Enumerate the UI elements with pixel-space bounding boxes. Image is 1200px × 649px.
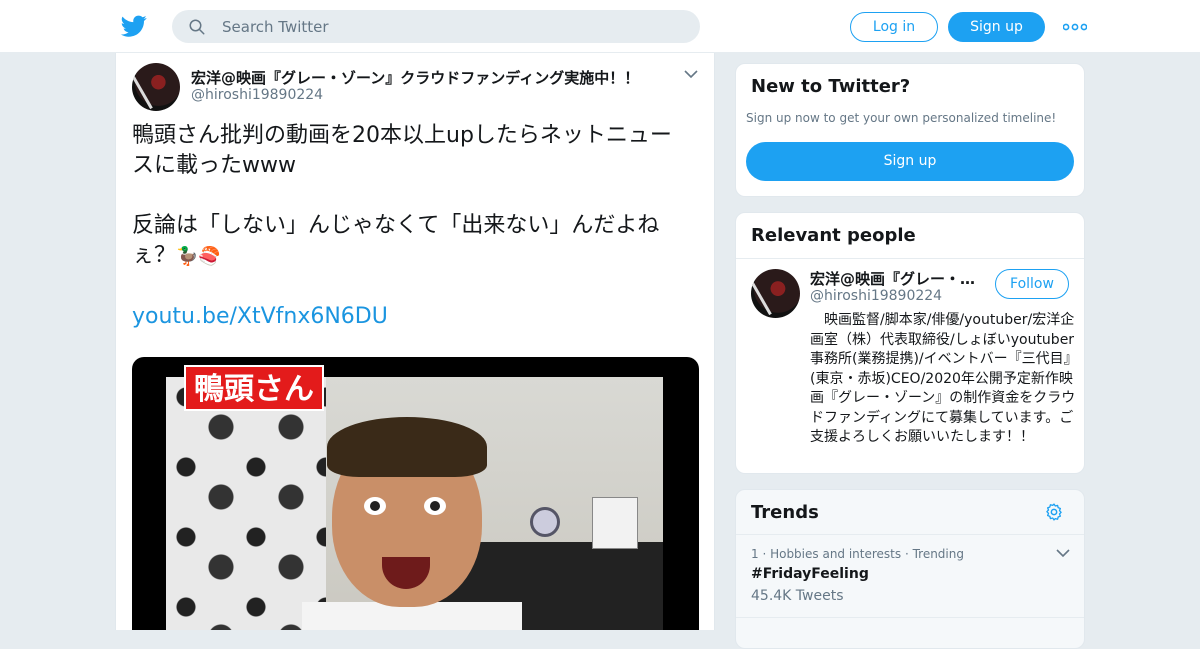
- author-avatar[interactable]: [132, 63, 180, 111]
- trends-card: Trends 1 · Hobbies and interests · Trend…: [735, 489, 1085, 649]
- person-handle[interactable]: @hiroshi19890224: [810, 288, 942, 304]
- tweet-line: 反論は「しない」んじゃなくて「出来ない」んだよねぇ？🦆🍣: [132, 211, 692, 272]
- new-to-twitter-card: New to Twitter? Sign up now to get your …: [735, 63, 1085, 197]
- media-eye: [364, 497, 386, 515]
- author-handle[interactable]: @hiroshi19890224: [191, 87, 323, 103]
- relevant-people-card: Relevant people 宏洋@映画『グレー・ゾーン』クラウドファンディン…: [735, 212, 1085, 474]
- search-input[interactable]: [222, 10, 682, 43]
- media-calendar: [592, 497, 638, 549]
- login-button[interactable]: Log in: [850, 12, 938, 42]
- tweet-line: 鴨頭さん批判の動画を20本以上upしたらネットニュースに載ったwww: [132, 123, 672, 178]
- new-to-twitter-subtitle: Sign up now to get your own personalized…: [746, 111, 1057, 125]
- trends-title: Trends: [751, 502, 819, 523]
- media-hair: [327, 417, 487, 477]
- divider: [736, 534, 1084, 535]
- media-caption: 鴨頭さん: [184, 365, 324, 411]
- twitter-bird-icon[interactable]: [120, 13, 148, 39]
- tweet-spacer: [132, 272, 692, 302]
- chevron-down-icon[interactable]: [1056, 548, 1070, 558]
- divider: [736, 258, 1084, 259]
- tweet-media-image[interactable]: 鴨頭さん: [132, 357, 699, 630]
- trend-meta: 1 · Hobbies and interests · Trending: [751, 547, 964, 561]
- media-curtain: [166, 377, 326, 630]
- follow-button[interactable]: Follow: [995, 269, 1069, 299]
- person-bio: 映画監督/脚本家/俳優/youtuber/宏洋企画室（株）代表取締役/しょぼいy…: [810, 312, 1076, 445]
- gear-icon[interactable]: [1044, 502, 1064, 522]
- chevron-down-icon[interactable]: [684, 69, 698, 79]
- top-bar: Log in Sign up: [0, 0, 1200, 53]
- tweet-column: 宏洋@映画『グレー・ゾーン』クラウドファンディング実施中！！ @hiroshi1…: [115, 53, 715, 630]
- tweet-spacer: [132, 181, 692, 211]
- trend-name[interactable]: #FridayFeeling: [751, 566, 869, 582]
- author-name[interactable]: 宏洋@映画『グレー・ゾーン』クラウドファンディング実施中！！: [191, 67, 639, 88]
- divider: [736, 617, 1084, 618]
- media-eye: [424, 497, 446, 515]
- search-bar: [172, 10, 700, 43]
- trend-count: 45.4K Tweets: [751, 588, 844, 604]
- duck-sushi-emoji: 🦆🍣: [176, 246, 221, 267]
- signup-button[interactable]: Sign up: [948, 12, 1045, 42]
- tweet-text: 鴨頭さん批判の動画を20本以上upしたらネットニュースに載ったwww 反論は「し…: [132, 121, 692, 332]
- sidebar-signup-button[interactable]: Sign up: [746, 142, 1074, 181]
- person-name[interactable]: 宏洋@映画『グレー・ゾーン』クラウドファンディング実施中！！: [810, 268, 980, 289]
- media-clock: [530, 507, 560, 537]
- search-icon: [189, 19, 205, 35]
- more-options-icon[interactable]: [1063, 22, 1087, 32]
- relevant-people-title: Relevant people: [751, 225, 916, 246]
- tweet-link[interactable]: youtu.be/XtVfnx6N6DU: [132, 302, 692, 332]
- person-avatar[interactable]: [751, 269, 800, 318]
- new-to-twitter-title: New to Twitter?: [751, 76, 911, 97]
